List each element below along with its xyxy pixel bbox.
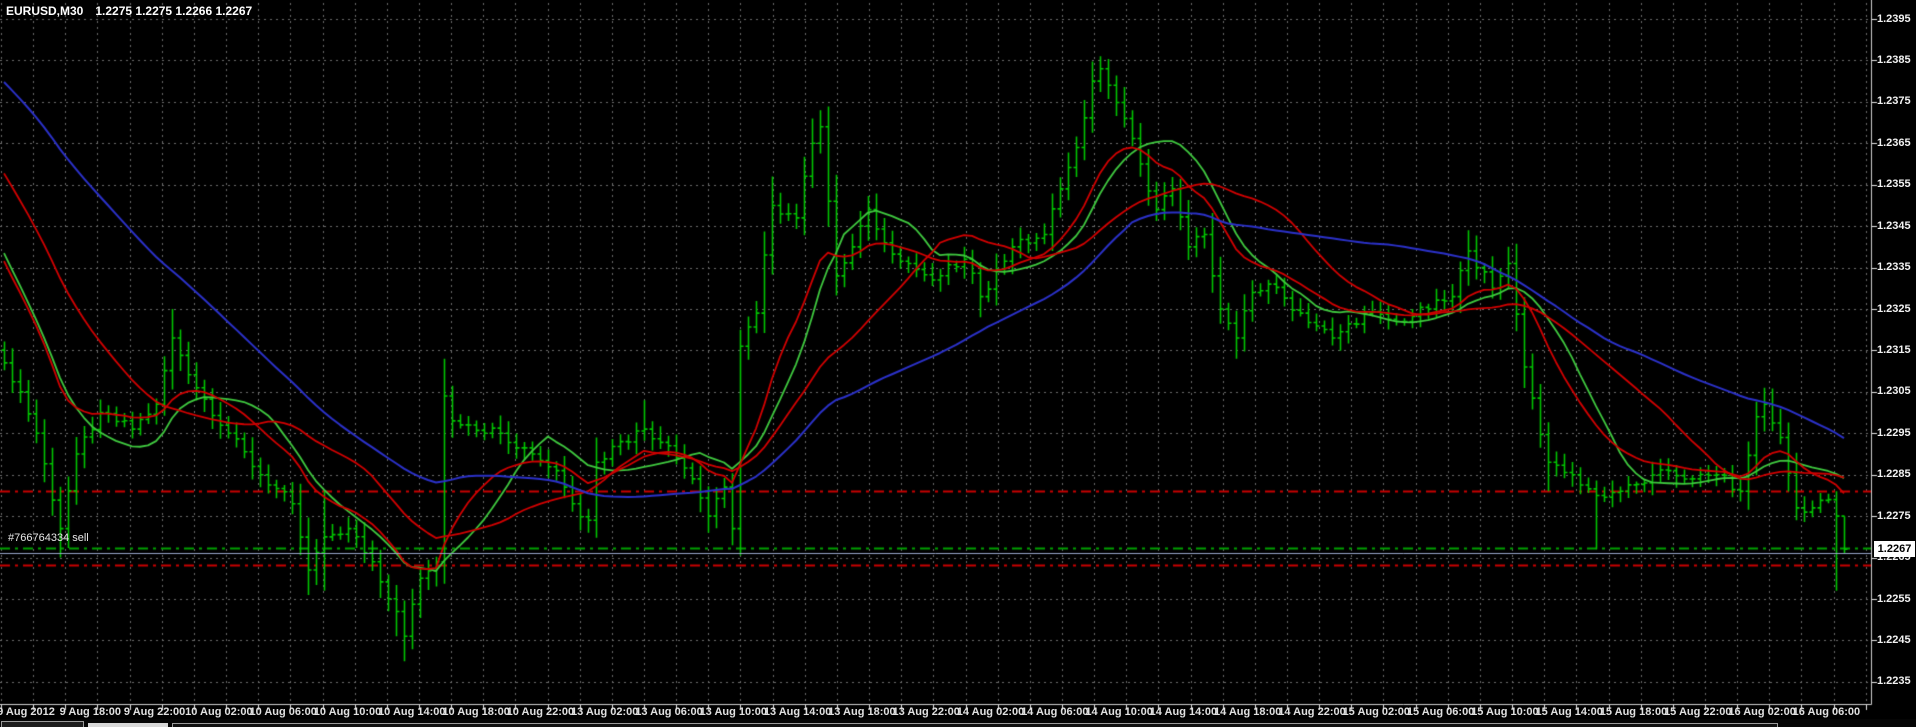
price-tick-label: 1.2305 bbox=[1877, 385, 1916, 398]
time-tick-label: 16 Aug 02:00 bbox=[1728, 706, 1795, 718]
time-tick-label: 14 Aug 18:00 bbox=[1214, 706, 1281, 718]
time-tick-label: 9 Aug 18:00 bbox=[60, 706, 121, 718]
time-tick-label: 15 Aug 22:00 bbox=[1664, 706, 1731, 718]
price-tick-label: 1.2325 bbox=[1877, 303, 1916, 316]
current-price-badge: 1.2267 bbox=[1874, 541, 1915, 557]
time-tick-label: 13 Aug 10:00 bbox=[700, 706, 767, 718]
symbol-timeframe-label: EURUSD,M30 bbox=[6, 4, 83, 18]
price-tick-label: 1.2235 bbox=[1877, 675, 1916, 688]
ohlc-values-label: 1.2275 1.2275 1.2266 1.2267 bbox=[95, 4, 252, 18]
chart-title: EURUSD,M30 1.2275 1.2275 1.2266 1.2267 bbox=[6, 4, 252, 18]
time-tick-label: 15 Aug 18:00 bbox=[1600, 706, 1667, 718]
price-tick-label: 1.2285 bbox=[1877, 468, 1916, 481]
time-tick-label: 13 Aug 22:00 bbox=[892, 706, 959, 718]
bottom-tab-strip bbox=[0, 719, 1916, 727]
time-tick-label: 14 Aug 14:00 bbox=[1150, 706, 1217, 718]
price-tick-label: 1.2245 bbox=[1877, 634, 1916, 647]
price-tick-label: 1.2255 bbox=[1877, 593, 1916, 606]
time-tick-label: 10 Aug 22:00 bbox=[507, 706, 574, 718]
time-tick-label: 10 Aug 10:00 bbox=[314, 706, 381, 718]
time-tick-label: 13 Aug 02:00 bbox=[571, 706, 638, 718]
price-tick-label: 1.2335 bbox=[1877, 261, 1916, 274]
time-tick-label: 14 Aug 10:00 bbox=[1085, 706, 1152, 718]
price-tick-label: 1.2385 bbox=[1877, 54, 1916, 67]
time-tick-label: 15 Aug 06:00 bbox=[1407, 706, 1474, 718]
price-tick-label: 1.2355 bbox=[1877, 178, 1916, 191]
time-tick-label: 15 Aug 02:00 bbox=[1343, 706, 1410, 718]
time-tick-label: 16 Aug 06:00 bbox=[1793, 706, 1860, 718]
time-tick-label: 13 Aug 06:00 bbox=[635, 706, 702, 718]
time-tick-label: 14 Aug 06:00 bbox=[1021, 706, 1088, 718]
price-tick-label: 1.2275 bbox=[1877, 510, 1916, 523]
time-tick-label: 10 Aug 14:00 bbox=[378, 706, 445, 718]
tab-bar-left-box[interactable] bbox=[1, 721, 84, 727]
time-tick-label: 10 Aug 02:00 bbox=[185, 706, 252, 718]
time-tick-label: 15 Aug 14:00 bbox=[1535, 706, 1602, 718]
time-tick-label: 10 Aug 18:00 bbox=[442, 706, 509, 718]
price-tick-label: 1.2365 bbox=[1877, 137, 1916, 150]
time-tick-label: 15 Aug 10:00 bbox=[1471, 706, 1538, 718]
price-chart-canvas[interactable] bbox=[0, 0, 1916, 727]
mt4-chart-window: EURUSD,M30 1.2275 1.2275 1.2266 1.2267 #7… bbox=[0, 0, 1916, 727]
price-tick-label: 1.2375 bbox=[1877, 95, 1916, 108]
price-tick-label: 1.2345 bbox=[1877, 220, 1916, 233]
time-tick-label: 13 Aug 18:00 bbox=[828, 706, 895, 718]
time-tick-label: 10 Aug 06:00 bbox=[249, 706, 316, 718]
time-tick-label: 14 Aug 02:00 bbox=[957, 706, 1024, 718]
time-tick-label: 14 Aug 22:00 bbox=[1278, 706, 1345, 718]
price-tick-label: 1.2295 bbox=[1877, 427, 1916, 440]
price-tick-label: 1.2315 bbox=[1877, 344, 1916, 357]
tab-bar-active-box[interactable] bbox=[88, 723, 168, 727]
price-tick-label: 1.2395 bbox=[1877, 13, 1916, 26]
sell-order-line-label: #766764334 sell bbox=[8, 532, 89, 544]
time-tick-label: 9 Aug 22:00 bbox=[124, 706, 185, 718]
time-tick-label: 9 Aug 2012 bbox=[0, 706, 55, 718]
time-tick-label: 13 Aug 14:00 bbox=[764, 706, 831, 718]
tab-bar-long-box[interactable] bbox=[172, 723, 1778, 727]
